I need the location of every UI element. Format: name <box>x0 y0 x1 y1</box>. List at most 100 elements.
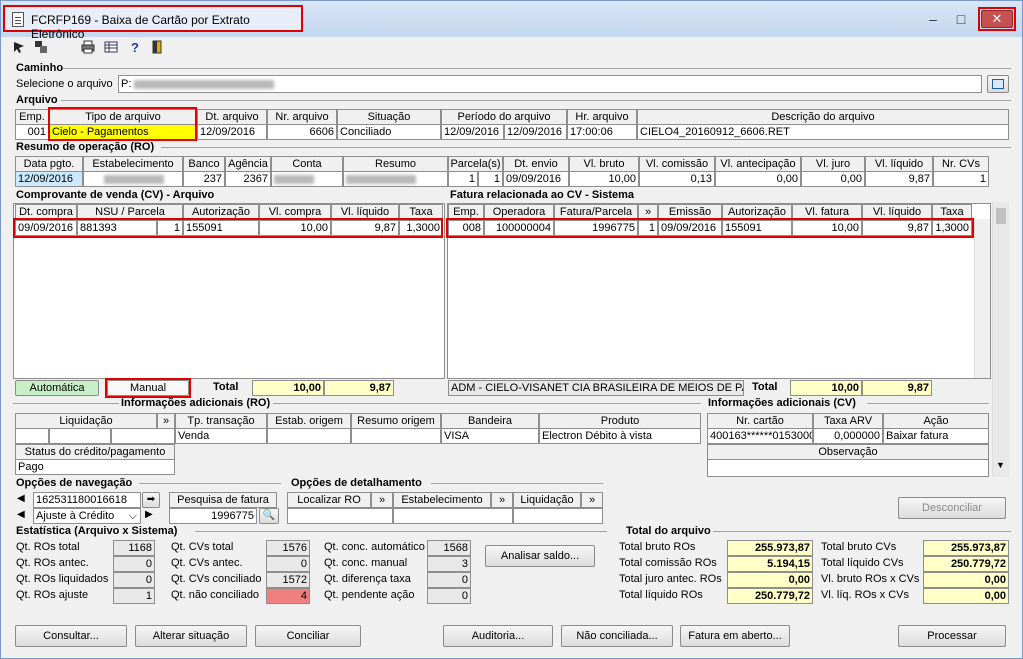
info-ro-tp[interactable]: Venda <box>175 428 267 444</box>
exit-door-icon[interactable] <box>150 40 164 54</box>
cursor-icon[interactable] <box>12 40 26 54</box>
info-ro-liquidacao-2[interactable] <box>49 428 111 444</box>
ro-antecipacao[interactable]: 0,00 <box>715 171 801 187</box>
info-cv-acao[interactable]: Baixar fatura <box>883 428 989 444</box>
processar-button[interactable]: Processar <box>898 625 1006 647</box>
info-ro-col-estab-origem: Estab. origem <box>267 413 351 429</box>
ro-col-liquido: Vl. líquido <box>865 156 933 172</box>
info-cv-line <box>867 403 989 404</box>
ro-estab[interactable] <box>83 171 183 187</box>
ro-col-estab: Estabelecimento <box>83 156 183 172</box>
arquivo-situacao[interactable]: Conciliado <box>337 124 441 140</box>
info-cv-cartao[interactable]: 400163******0153000 <box>707 428 813 444</box>
ro-parcela-1[interactable]: 1 <box>448 171 478 187</box>
ro-col-bruto: Vl. bruto <box>569 156 639 172</box>
total-label: Total líquido CVs <box>821 557 904 569</box>
status-credito-value[interactable]: Pago <box>15 459 175 475</box>
fatura-scrollbar[interactable] <box>974 219 990 378</box>
alterar-situacao-button[interactable]: Alterar situação <box>135 625 247 647</box>
stat-label: Qt. pendente ação <box>324 589 415 601</box>
ro-col-antecipacao: Vl. antecipação <box>715 156 801 172</box>
total-label: Total juro antec. ROs <box>619 573 722 585</box>
ro-data[interactable]: 12/09/2016 <box>15 171 83 187</box>
arquivo-descricao[interactable]: CIELO4_20160912_6606.RET <box>637 124 1009 140</box>
det-col-estab[interactable]: Estabelecimento <box>393 492 491 508</box>
arquivo-group-line <box>61 100 1011 101</box>
move-icon[interactable] <box>34 40 48 54</box>
ro-banco[interactable]: 237 <box>183 171 225 187</box>
ro-agencia[interactable]: 2367 <box>225 171 271 187</box>
stat-value: 0 <box>113 572 155 588</box>
main-scrollbar[interactable]: ▼ <box>992 202 1009 477</box>
arquivo-periodo-fim[interactable]: 12/09/2016 <box>504 124 567 140</box>
info-cv-col-taxa: Taxa ARV <box>813 413 883 429</box>
ro-nrcvs[interactable]: 1 <box>933 171 989 187</box>
nav-prev2-arrow-icon[interactable]: ◀ <box>17 509 25 520</box>
ro-resumo[interactable] <box>343 171 448 187</box>
arquivo-emp[interactable]: 001 <box>15 124 49 140</box>
manual-highlight <box>105 378 191 398</box>
det-col-expand-1[interactable]: » <box>371 492 393 508</box>
arquivo-path-field[interactable]: P: <box>118 75 982 93</box>
det-liquidacao-field[interactable] <box>513 508 603 524</box>
stat-value: 3 <box>427 556 471 572</box>
det-col-expand-2[interactable]: » <box>491 492 513 508</box>
chevron-down-icon[interactable]: ▼ <box>996 460 1005 470</box>
ro-envio[interactable]: 09/09/2016 <box>503 171 569 187</box>
info-ro-resumo-origem[interactable] <box>351 428 441 444</box>
det-localizar-field[interactable] <box>287 508 393 524</box>
observacao-field[interactable] <box>707 459 989 477</box>
arquivo-dt[interactable]: 12/09/2016 <box>197 124 267 140</box>
ro-juro[interactable]: 0,00 <box>801 171 865 187</box>
ro-liquido[interactable]: 9,87 <box>865 171 933 187</box>
info-ro-estab-origem[interactable] <box>267 428 351 444</box>
info-ro-bandeira[interactable]: VISA <box>441 428 539 444</box>
info-ro-produto[interactable]: Electron Débito à vista <box>539 428 701 444</box>
nav-value-field[interactable]: 162531180016618 <box>33 492 141 508</box>
consultar-button[interactable]: Consultar... <box>15 625 127 647</box>
arquivo-nr[interactable]: 6606 <box>267 124 337 140</box>
grid-icon[interactable] <box>104 40 118 54</box>
ro-comissao[interactable]: 0,13 <box>639 171 715 187</box>
printer-icon[interactable] <box>81 40 95 54</box>
nav-prev-arrow-icon[interactable]: ◀ <box>17 493 25 504</box>
det-col-expand-3[interactable]: » <box>581 492 603 508</box>
auditoria-button[interactable]: Auditoria... <box>443 625 553 647</box>
estatistica-section-title: Estatística (Arquivo x Sistema) <box>16 525 178 537</box>
info-ro-col-produto: Produto <box>539 413 701 429</box>
det-col-localizar[interactable]: Localizar RO <box>287 492 371 508</box>
info-ro-line-right <box>273 403 701 404</box>
arquivo-hr[interactable]: 17:00:06 <box>567 124 637 140</box>
det-col-liquidacao[interactable]: Liquidação <box>513 492 581 508</box>
scrollbar-thumb[interactable] <box>996 208 1006 224</box>
ro-parcela-2[interactable]: 1 <box>478 171 503 187</box>
desconciliar-button[interactable]: Desconciliar <box>898 497 1006 519</box>
ro-col-juro: Vl. juro <box>801 156 865 172</box>
info-ro-liquidacao-1[interactable] <box>15 428 49 444</box>
pesquisa-fatura-field[interactable]: 1996775 <box>169 508 257 524</box>
total-value: 255.973,87 <box>727 540 813 556</box>
fatura-em-aberto-button[interactable]: Fatura em aberto... <box>680 625 790 647</box>
nao-conciliada-button[interactable]: Não conciliada... <box>561 625 673 647</box>
stat-value: 0 <box>427 572 471 588</box>
ro-col-agencia: Agência <box>225 156 271 172</box>
ajuste-select[interactable]: Ajuste à Crédito ⌵ <box>33 508 141 524</box>
nav-next-arrow-icon[interactable]: ➡ <box>142 492 160 508</box>
info-ro-col-expand[interactable]: » <box>157 413 175 429</box>
det-estab-field[interactable] <box>393 508 513 524</box>
info-cv-section-title: Informações adicionais (CV) <box>708 397 856 409</box>
info-ro-liquidacao-3[interactable] <box>111 428 175 444</box>
automatica-button[interactable]: Automática <box>15 380 99 396</box>
search-icon[interactable]: 🔍 <box>259 508 279 524</box>
conciliar-button[interactable]: Conciliar <box>255 625 361 647</box>
minimize-button[interactable]: – <box>921 10 945 30</box>
arquivo-periodo-inicio[interactable]: 12/09/2016 <box>441 124 504 140</box>
analisar-saldo-button[interactable]: Analisar saldo... <box>485 545 595 567</box>
ro-bruto[interactable]: 10,00 <box>569 171 639 187</box>
maximize-button[interactable]: □ <box>949 10 973 30</box>
nav-next2-arrow-icon[interactable]: ▶ <box>145 509 153 520</box>
ro-conta[interactable] <box>271 171 343 187</box>
info-cv-taxa[interactable]: 0,000000 <box>813 428 883 444</box>
help-icon[interactable]: ? <box>128 40 142 54</box>
browse-button[interactable] <box>987 75 1009 93</box>
